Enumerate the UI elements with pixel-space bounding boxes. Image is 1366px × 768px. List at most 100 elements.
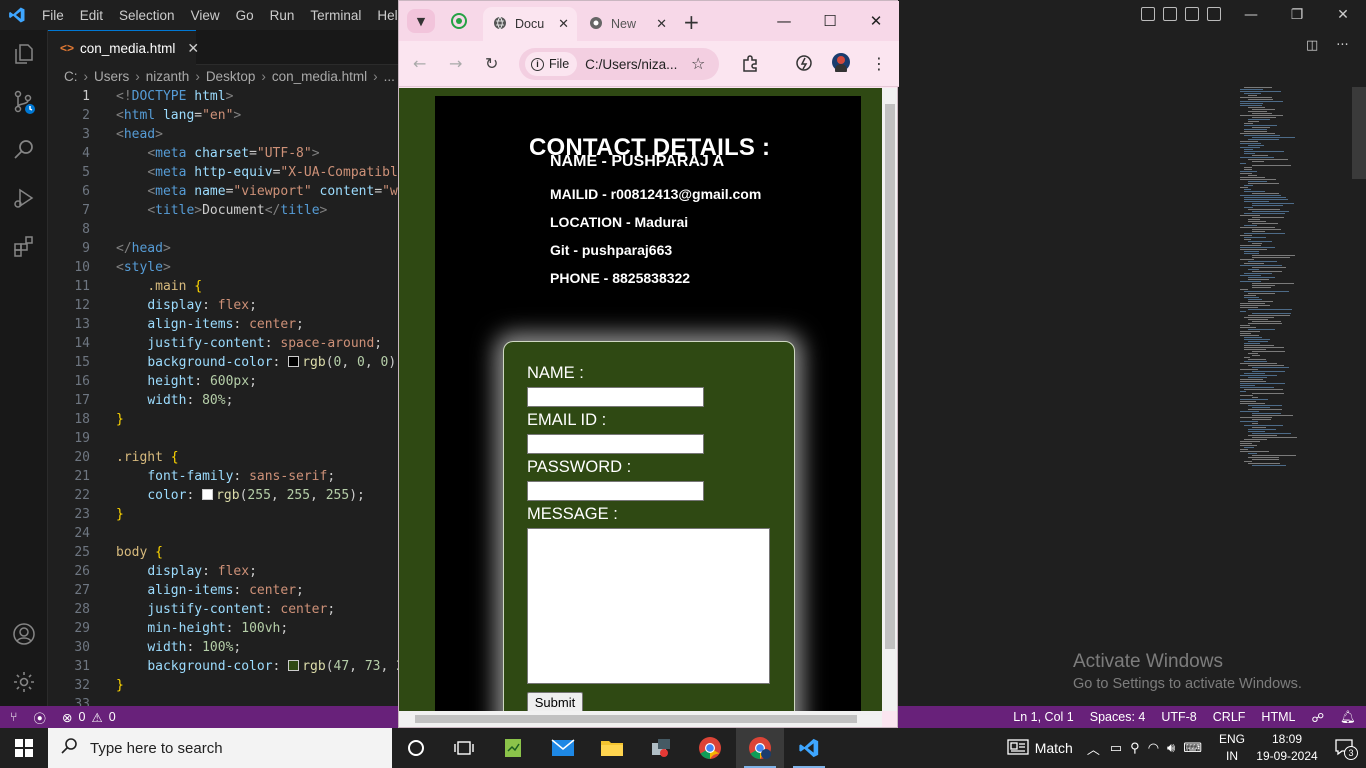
site-info-chip[interactable]: i File: [525, 52, 578, 76]
code-line[interactable]: 31 background-color: rgb(47, 73, 2: [48, 657, 398, 676]
warning-icon[interactable]: ⚠: [91, 710, 102, 725]
crumb-more[interactable]: ...: [384, 69, 395, 84]
editor-scrollbar[interactable]: [1352, 87, 1366, 706]
ports-icon[interactable]: ⦿: [34, 708, 47, 727]
close-icon[interactable]: ✕: [853, 12, 899, 30]
line-endings[interactable]: CRLF: [1213, 710, 1246, 724]
mail-icon[interactable]: [539, 728, 587, 768]
settings-gear-icon[interactable]: [0, 658, 48, 706]
extensions-puzzle-icon[interactable]: [741, 54, 759, 76]
submit-button[interactable]: Submit: [527, 692, 583, 711]
code-line[interactable]: 20 .right {: [48, 448, 398, 467]
code-line[interactable]: 2 <html lang="en">: [48, 106, 398, 125]
keyboard-icon[interactable]: ⌨: [1183, 740, 1202, 756]
code-line[interactable]: 27 align-items: center;: [48, 581, 398, 600]
code-line[interactable]: 30 width: 100%;: [48, 638, 398, 657]
page-scroll-thumb[interactable]: [885, 104, 895, 649]
code-line[interactable]: 23}: [48, 505, 398, 524]
crumb-users[interactable]: Users: [94, 69, 129, 84]
remote-icon[interactable]: ⑂: [10, 710, 18, 724]
code-line[interactable]: 13 align-items: center;: [48, 315, 398, 334]
code-line[interactable]: 26 display: flex;: [48, 562, 398, 581]
chrome-tab-document[interactable]: Docu ✕: [483, 7, 577, 41]
accounts-icon[interactable]: [0, 610, 48, 658]
minimap[interactable]: [1236, 87, 1352, 487]
vscode-taskbar-icon[interactable]: [785, 728, 833, 768]
code-line[interactable]: 18}: [48, 410, 398, 429]
menu-file[interactable]: File: [34, 8, 72, 23]
tab-con-media[interactable]: <> con_media.html ✕: [48, 30, 199, 65]
windows-start-icon[interactable]: [0, 728, 48, 768]
code-line[interactable]: 33: [48, 695, 398, 706]
warning-count[interactable]: 0: [109, 710, 116, 724]
code-line[interactable]: 29 min-height: 100vh;: [48, 619, 398, 638]
page-hscroll-thumb[interactable]: [415, 715, 857, 723]
code-line[interactable]: 16 height: 600px;: [48, 372, 398, 391]
code-line[interactable]: 28 justify-content: center;: [48, 600, 398, 619]
errors-icon[interactable]: ⊗: [62, 710, 72, 725]
code-line[interactable]: 15 background-color: rgb(0, 0, 0);: [48, 353, 398, 372]
search-icon[interactable]: [0, 126, 48, 174]
clock[interactable]: 18:09 19-09-2024: [1252, 731, 1322, 765]
tab-search-icon[interactable]: ▼: [407, 9, 435, 33]
toggle-secondary-sidebar-icon[interactable]: [1185, 7, 1199, 21]
menu-selection[interactable]: Selection: [111, 8, 183, 23]
code-line[interactable]: 19: [48, 429, 398, 448]
back-icon[interactable]: ←: [413, 54, 426, 73]
code-line[interactable]: 21 font-family: sans-serif;: [48, 467, 398, 486]
menu-terminal[interactable]: Terminal: [302, 8, 369, 23]
language-indicator[interactable]: ENG IN: [1212, 731, 1252, 765]
code-line[interactable]: 12 display: flex;: [48, 296, 398, 315]
volume-icon[interactable]: 🔊︎: [1167, 740, 1175, 756]
close-tab-icon[interactable]: ✕: [656, 16, 667, 32]
news-widget-icon[interactable]: [1007, 738, 1029, 758]
minimize-icon[interactable]: —: [761, 12, 807, 30]
menu-go[interactable]: Go: [228, 8, 262, 23]
chrome-profile-taskbar-icon[interactable]: [736, 728, 784, 768]
taskbar-search[interactable]: Type here to search: [48, 728, 392, 768]
performance-icon[interactable]: [795, 54, 813, 76]
meet-icon[interactable]: ▭: [1110, 740, 1122, 756]
location-icon[interactable]: ⚲: [1130, 740, 1140, 756]
crumb-file[interactable]: con_media.html: [272, 69, 367, 84]
extensions-icon[interactable]: [0, 222, 48, 270]
file-explorer-icon[interactable]: [588, 728, 636, 768]
code-line[interactable]: 5 <meta http-equiv="X-UA-Compatible": [48, 163, 398, 182]
network-icon[interactable]: ◠: [1148, 740, 1159, 756]
encoding[interactable]: UTF-8: [1161, 710, 1196, 724]
language-mode[interactable]: HTML: [1261, 710, 1295, 724]
page-hscrollbar[interactable]: [399, 711, 882, 727]
code-editor[interactable]: 1 <!DOCTYPE html> 2 <html lang="en"> 3 <head>…: [48, 87, 398, 706]
whatsapp-icon[interactable]: [449, 11, 469, 31]
customize-layout-icon[interactable]: [1207, 7, 1221, 21]
code-line[interactable]: 11 .main {: [48, 277, 398, 296]
code-line[interactable]: 4 <meta charset="UTF-8">: [48, 144, 398, 163]
code-line[interactable]: 22 color: rgb(255, 255, 255);: [48, 486, 398, 505]
new-tab-icon[interactable]: +: [683, 10, 700, 34]
toggle-panel-icon[interactable]: [1163, 7, 1177, 21]
reload-icon[interactable]: ↻: [485, 54, 498, 73]
snipping-tool-icon[interactable]: [637, 728, 685, 768]
run-debug-icon[interactable]: [0, 174, 48, 222]
code-line[interactable]: 10 <style>: [48, 258, 398, 277]
password-input[interactable]: [527, 481, 704, 501]
code-line[interactable]: 24: [48, 524, 398, 543]
copilot-icon[interactable]: ☍: [1311, 710, 1324, 725]
bookmark-star-icon[interactable]: ☆: [691, 54, 705, 73]
bell-icon[interactable]: 🔔︎: [1340, 710, 1356, 725]
source-control-icon[interactable]: [0, 78, 48, 126]
menu-edit[interactable]: Edit: [72, 8, 111, 23]
minimize-icon[interactable]: —: [1228, 7, 1274, 23]
toggle-sidebar-icon[interactable]: [1141, 7, 1155, 21]
maximize-icon[interactable]: ☐: [807, 12, 853, 30]
forward-icon[interactable]: →: [449, 54, 462, 73]
page-scrollbar[interactable]: [882, 88, 897, 711]
task-view-icon[interactable]: [440, 728, 488, 768]
crumb-drive[interactable]: C:: [64, 69, 78, 84]
error-count[interactable]: 0: [79, 710, 86, 724]
code-line[interactable]: 9 </head>: [48, 239, 398, 258]
cursor-position[interactable]: Ln 1, Col 1: [1013, 710, 1073, 724]
weather-label[interactable]: Match: [1035, 740, 1073, 756]
notification-center-icon[interactable]: 3: [1322, 738, 1366, 760]
chrome-menu-icon[interactable]: ⋮: [871, 54, 887, 73]
